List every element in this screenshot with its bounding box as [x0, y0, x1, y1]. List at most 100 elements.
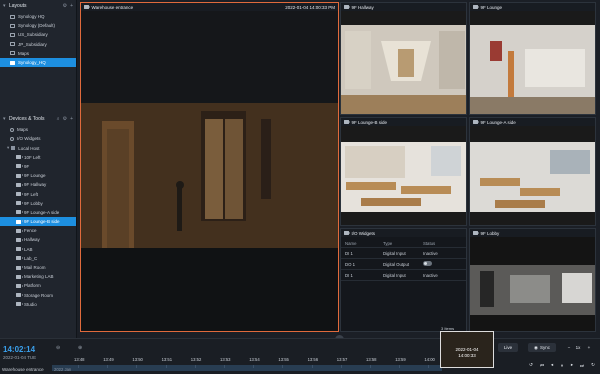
io-widget-icon [10, 136, 14, 141]
camera-item[interactable]: Studio [0, 300, 76, 309]
rewind-icon[interactable]: ↺ [527, 361, 535, 369]
camera-item[interactable]: Storage Room [0, 291, 76, 300]
live-button[interactable]: Live [498, 343, 518, 352]
search-icon[interactable]: ⌕ [57, 116, 60, 122]
camera-item[interactable]: 9F Lounge-A side [0, 208, 76, 217]
camera-list: 10F Left 9F 9F Lounge 9F Hallway 9F Left 9F L… [0, 153, 76, 309]
layout-item[interactable]: Maps [0, 49, 76, 58]
timeline-tick-label: 13:53 [220, 357, 231, 362]
camera-icon [16, 210, 23, 215]
camera-item[interactable]: Marketing LAB [0, 272, 76, 281]
camera-item[interactable]: 9F Left [0, 189, 76, 198]
camera-tile-9f-lounge-a-side[interactable]: 9F Lounge-A side [469, 117, 596, 226]
step-back-icon[interactable]: ◂ [548, 361, 556, 369]
camera-icon [16, 164, 23, 169]
devices-header[interactable]: ▾ Devices & Tools ⌕ ⚙ + [0, 113, 76, 125]
camera-icon [16, 265, 23, 270]
timeline-tick-label: 13:51 [161, 357, 173, 362]
io-icon [344, 231, 350, 235]
zoom-in-icon[interactable]: ⊕ [78, 345, 82, 351]
timeline-sub-label: 2022 Jan [54, 367, 72, 372]
camera-icon [16, 192, 23, 197]
camera-header: 9F Hallway [341, 3, 466, 11]
camera-icon [16, 201, 23, 206]
timeline-tick-label: 13:49 [103, 357, 114, 362]
camera-item[interactable]: Platform [0, 281, 76, 290]
camera-item[interactable]: 10F Left [0, 153, 76, 162]
camera-item[interactable]: 9F [0, 162, 76, 171]
camera-icon [16, 155, 23, 160]
output-toggle[interactable] [423, 261, 432, 266]
layout-icon [10, 23, 15, 28]
previous-icon[interactable]: ⏮ [538, 361, 546, 369]
recording-band[interactable] [52, 365, 442, 371]
devices-title: Devices & Tools [9, 116, 45, 123]
speed-increase-button[interactable]: + [586, 343, 592, 352]
main-camera-view[interactable]: Warehouse entrance 2022-01-04 14:00:33 P… [80, 2, 339, 332]
io-row: DO 1 Digital Output [341, 259, 466, 270]
forward-icon[interactable]: ↻ [589, 361, 597, 369]
camera-item[interactable]: Fence [0, 226, 76, 235]
camera-icon [84, 5, 90, 9]
timeline-tick-label: 13:48 [74, 357, 85, 362]
layout-icon [10, 60, 15, 65]
settings-icon[interactable]: ⚙ [63, 3, 67, 9]
camera-item[interactable]: Mail Room [0, 263, 76, 272]
camera-feed [341, 11, 466, 114]
speed-decrease-button[interactable]: − [566, 343, 572, 352]
layout-icon [10, 32, 15, 37]
layout-icon [10, 42, 15, 47]
step-forward-icon[interactable]: ▸ [568, 361, 576, 369]
camera-item[interactable]: Hallway [0, 235, 76, 244]
camera-tile-9f-lobby[interactable]: 9F Lobby [469, 228, 596, 332]
timeline-tick-label: 13:59 [395, 357, 406, 362]
add-icon[interactable]: + [70, 116, 73, 122]
chevron-down-icon[interactable]: ▾ [7, 145, 9, 151]
camera-item[interactable]: 9F Lobby [0, 199, 76, 208]
camera-item[interactable]: LAB [0, 245, 76, 254]
layout-item[interactable]: Synology (Default) [0, 21, 76, 30]
sidebar: ▾ Layouts ⚙ + Synology HQ Synology (Defaul… [0, 0, 77, 338]
camera-header: 9F Lounge-B side [341, 118, 466, 126]
local-host[interactable]: ▾ Local Host [0, 144, 76, 153]
timeline-tick-label: 13:54 [249, 357, 260, 362]
camera-tile-9f-hallway[interactable]: 9F Hallway [340, 2, 467, 115]
camera-item[interactable]: 9F Lounge-B side [0, 217, 76, 227]
camera-icon [16, 219, 23, 224]
layout-item[interactable]: JP_Subsidiary [0, 40, 76, 49]
zoom-icon[interactable]: ⊖ [56, 345, 60, 351]
camera-item[interactable]: 9F Hallway [0, 180, 76, 189]
camera-icon [473, 5, 479, 9]
add-icon[interactable]: + [70, 3, 73, 9]
layout-list: Synology HQ Synology (Default) US_Subsidia… [0, 12, 76, 68]
layouts-header[interactable]: ▾ Layouts ⚙ + [0, 0, 76, 12]
layout-item[interactable]: US_Subsidiary [0, 30, 76, 39]
layout-item[interactable]: Synology HQ [0, 12, 76, 21]
camera-item[interactable]: 9F Lounge [0, 171, 76, 180]
camera-tile-9f-lounge-b-side[interactable]: 9F Lounge-B side [340, 117, 467, 226]
tool-item[interactable]: I/O Widgets [0, 134, 76, 143]
camera-feed [470, 126, 595, 225]
pause-icon[interactable]: ⏸ [558, 361, 566, 369]
camera-header: 9F Lounge-A side [470, 118, 595, 126]
sync-button[interactable]: ◉ Sync [528, 343, 556, 352]
io-row: DI 1 Digital Input Inactive [341, 270, 466, 281]
timeline-preview-thumbnail[interactable]: 2022-01-04 14:00:33 [440, 331, 494, 368]
timeline-tick-label: 13:56 [307, 357, 319, 362]
io-table-header: Name Type Status [341, 239, 466, 248]
camera-header: 9F Lobby [470, 229, 595, 237]
camera-tile-9f-lounge[interactable]: 9F Lounge [469, 2, 596, 115]
timeline-bar: 14:02:14 2022-01-04 TUE ⊖ ⊕ 13:48 13:49 13… [0, 338, 600, 374]
layout-icon [10, 14, 15, 19]
layout-item[interactable]: Synology_HQ [0, 57, 76, 68]
camera-item[interactable]: Lab_C [0, 254, 76, 263]
timeline-tick-label: 13:50 [132, 357, 143, 362]
settings-icon[interactable]: ⚙ [63, 116, 67, 122]
next-icon[interactable]: ⏭ [578, 361, 586, 369]
tool-list: Maps I/O Widgets [0, 125, 76, 143]
camera-icon [16, 237, 23, 242]
camera-icon [473, 120, 479, 124]
tool-item[interactable]: Maps [0, 125, 76, 134]
camera-icon [16, 274, 23, 279]
speed-label: 1x [575, 345, 581, 350]
